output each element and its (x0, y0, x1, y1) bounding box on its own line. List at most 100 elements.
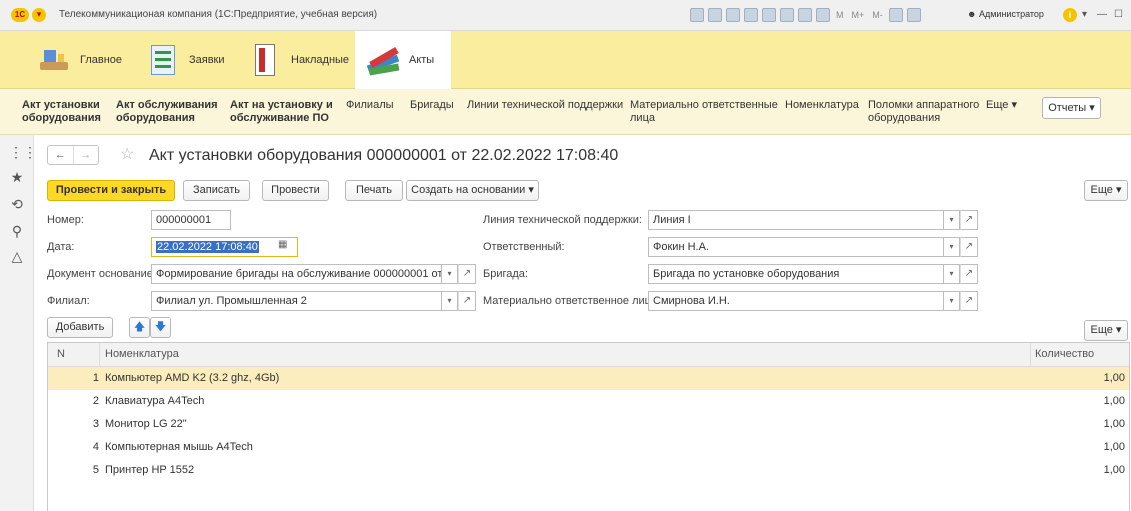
basis-dropdown-icon[interactable]: ▾ (442, 264, 458, 284)
func-brigades[interactable]: Бригады (410, 99, 454, 112)
memory-mplus-button[interactable]: M+ (850, 10, 867, 20)
branch-open-icon[interactable]: ↗ (458, 291, 476, 311)
more-button[interactable]: Еще ▾ (1084, 180, 1128, 201)
forward-icon[interactable]: → (72, 146, 99, 164)
main-menu-button[interactable]: ▾ (32, 8, 46, 22)
func-branches[interactable]: Филиалы (346, 99, 394, 112)
1c-logo-icon: 1С (11, 8, 29, 22)
calendar-31-icon[interactable] (816, 8, 830, 22)
print-icon[interactable] (708, 8, 722, 22)
date-field[interactable]: 22.02.2022 17:08:40 (151, 237, 298, 257)
basis-open-icon[interactable]: ↗ (458, 264, 476, 284)
add-row-button[interactable]: Добавить (47, 317, 113, 338)
mol-dropdown-icon[interactable]: ▾ (944, 291, 960, 311)
table-more-button[interactable]: Еще ▾ (1084, 320, 1128, 341)
responsible-field[interactable]: Фокин Н.А. (648, 237, 944, 257)
desk-icon (36, 42, 72, 78)
post-button[interactable]: Провести (262, 180, 329, 201)
func-service-act[interactable]: Акт обслуживания оборудования (116, 99, 218, 125)
zoom-icon[interactable] (888, 8, 903, 22)
back-icon[interactable]: ← (48, 146, 73, 164)
save-icon[interactable] (690, 8, 704, 22)
move-down-icon[interactable]: 🡇 (150, 317, 171, 338)
support-line-dropdown-icon[interactable]: ▾ (944, 210, 960, 230)
panels-icon[interactable] (906, 8, 921, 22)
invoice-icon (247, 42, 283, 78)
section-acts[interactable]: Акты (355, 31, 451, 89)
brigade-open-icon[interactable]: ↗ (960, 264, 978, 284)
post-and-close-button[interactable]: Провести и закрыть (47, 180, 175, 201)
calculator-icon[interactable] (798, 8, 812, 22)
func-support-lines[interactable]: Линии технической поддержки (467, 99, 623, 112)
app-title: Телекоммуникационая компания (1С:Предпри… (59, 9, 378, 20)
table-row[interactable]: 4 Компьютерная мышь A4Tech 1,00 (48, 436, 1129, 459)
dropdown-icon[interactable]: ▾ (1082, 9, 1087, 20)
section-requests[interactable]: Заявки (135, 31, 235, 89)
func-more[interactable]: Еще ▾ (986, 99, 1017, 112)
support-line-field[interactable]: Линия I (648, 210, 944, 230)
link-icon[interactable] (744, 8, 758, 22)
column-n[interactable]: N (57, 348, 65, 360)
table-row[interactable]: 1 Компьютер AMD K2 (3.2 ghz, 4Gb) 1,00 (48, 367, 1129, 390)
support-line-label: Линия технической поддержки: (483, 214, 642, 226)
calendar-picker-icon[interactable]: ▦ (278, 239, 287, 250)
brigade-dropdown-icon[interactable]: ▾ (944, 264, 960, 284)
table-row[interactable]: 2 Клавиатура A4Tech 1,00 (48, 390, 1129, 413)
current-user[interactable]: ☻ Администратор (967, 9, 1044, 19)
memory-m-button[interactable]: M (834, 10, 846, 20)
reports-button[interactable]: Отчеты ▾ (1042, 97, 1101, 119)
sections-panel: Главное Заявки Накладные Акты (0, 31, 1131, 89)
create-based-on-button[interactable]: Создать на основании ▾ (406, 180, 539, 201)
favorites-icon[interactable]: ★ (9, 169, 25, 186)
mol-field[interactable]: Смирнова И.Н. (648, 291, 944, 311)
func-nomenclature[interactable]: Номенклатура (785, 99, 859, 112)
func-responsible-persons[interactable]: Материально ответственные лица (630, 99, 778, 125)
favorite-star-icon[interactable]: ☆ (120, 144, 134, 164)
responsible-dropdown-icon[interactable]: ▾ (944, 237, 960, 257)
func-software-act[interactable]: Акт на установку и обслуживание ПО (230, 99, 333, 125)
table-row[interactable]: 3 Монитор LG 22" 1,00 (48, 413, 1129, 436)
all-functions-icon[interactable]: ⋮⋮ (9, 144, 37, 161)
copy-icon[interactable] (762, 8, 776, 22)
checklist-icon (145, 42, 181, 78)
section-invoices[interactable]: Накладные (237, 31, 359, 89)
calendar-icon[interactable] (780, 8, 794, 22)
document-form: ← → ☆ Акт установки оборудования 0000000… (34, 135, 1131, 511)
mol-label: Материально ответственное лицо: (483, 295, 661, 307)
column-quantity[interactable]: Количество (1035, 348, 1094, 360)
branch-dropdown-icon[interactable]: ▾ (442, 291, 458, 311)
info-icon[interactable]: i (1063, 8, 1077, 22)
func-install-act[interactable]: Акт установки оборудования (22, 99, 101, 125)
branch-field[interactable]: Филиал ул. Промышленная 2 (151, 291, 442, 311)
left-toolbar: ⋮⋮ ★ ⟲ ⚲ △ (0, 135, 37, 511)
move-up-icon[interactable]: 🡅 (129, 317, 150, 338)
navigation-buttons: ← → (47, 145, 99, 165)
date-label: Дата: (47, 241, 75, 253)
functions-panel: Акт установки оборудования Акт обслужива… (0, 89, 1131, 135)
memory-mminus-button[interactable]: M- (870, 10, 885, 20)
number-field[interactable]: 000000001 (151, 210, 231, 230)
func-hardware-failures[interactable]: Поломки аппаратного оборудования (868, 99, 979, 125)
brigade-field[interactable]: Бригада по установке оборудования (648, 264, 944, 284)
section-main[interactable]: Главное (26, 31, 132, 89)
basis-document-field[interactable]: Формирование бригады на обслуживание 000… (151, 264, 442, 284)
table-row[interactable]: 5 Принтер HP 1552 1,00 (48, 459, 1129, 482)
support-line-open-icon[interactable]: ↗ (960, 210, 978, 230)
branch-label: Филиал: (47, 295, 90, 307)
items-table: N Номенклатура Количество 1 Компьютер AM… (47, 342, 1130, 511)
form-title: Акт установки оборудования 000000001 от … (149, 147, 619, 164)
preview-icon[interactable] (726, 8, 740, 22)
search-icon[interactable]: ⚲ (9, 223, 25, 240)
number-label: Номер: (47, 214, 84, 226)
maximize-icon[interactable]: ☐ (1114, 9, 1123, 20)
responsible-open-icon[interactable]: ↗ (960, 237, 978, 257)
print-button[interactable]: Печать (345, 180, 403, 201)
notifications-icon[interactable]: △ (9, 248, 25, 265)
books-icon (365, 42, 401, 78)
mol-open-icon[interactable]: ↗ (960, 291, 978, 311)
minimize-icon[interactable]: — (1097, 9, 1107, 20)
title-toolbar: M M+ M- (690, 8, 921, 22)
column-nomenclature[interactable]: Номенклатура (105, 348, 179, 360)
history-icon[interactable]: ⟲ (9, 196, 25, 213)
save-button[interactable]: Записать (183, 180, 250, 201)
